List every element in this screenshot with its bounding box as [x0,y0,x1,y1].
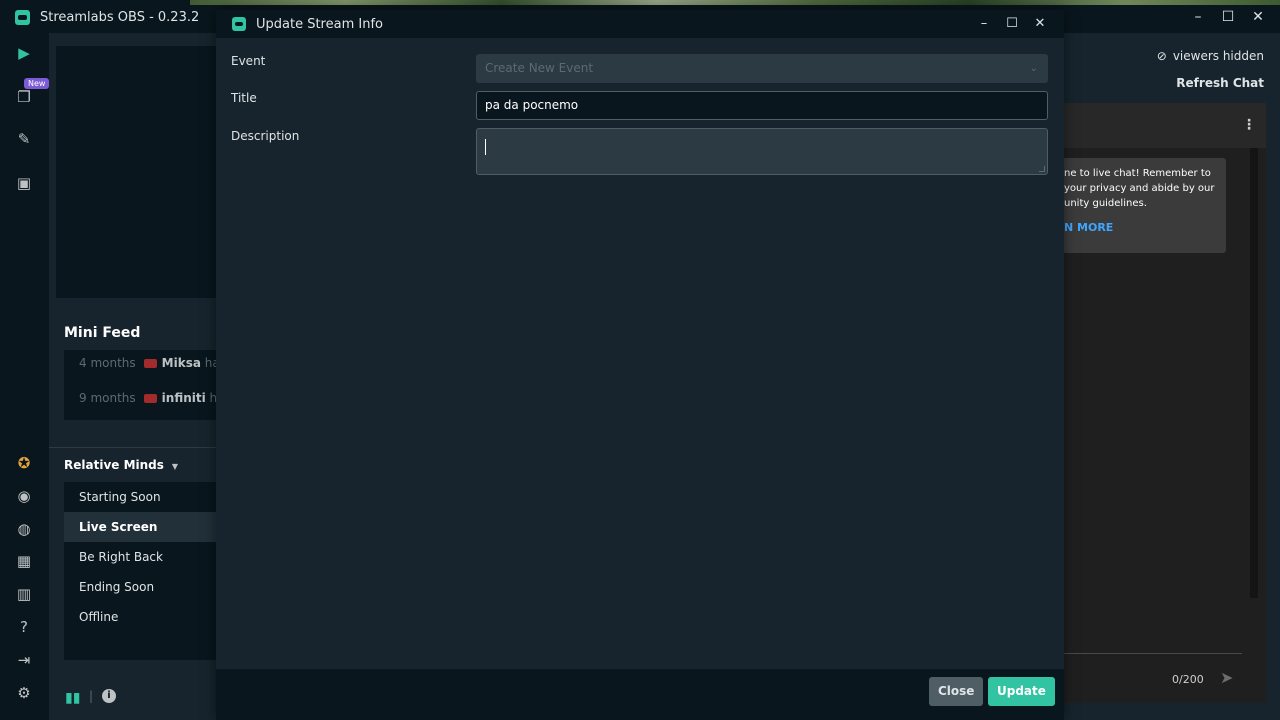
scene-item-active[interactable]: Live Screen [64,512,216,542]
scene-collection-selector[interactable]: Relative Minds ▼ [64,458,178,472]
welcome-message: ne to live chat! Remember to your privac… [1054,158,1226,253]
dialog-window-controls: – ☐ ✕ [974,14,1050,34]
mini-feed-list: 4 monthsMiksa ha 9 monthsinfiniti h [64,350,216,420]
title-label: Title [231,91,257,105]
update-stream-info-dialog: Update Stream Info – ☐ ✕ Event Create Ne… [216,10,1064,720]
feed-text: ha [204,356,216,370]
settings-icon[interactable]: ⚙ [14,683,34,703]
feed-item[interactable]: 4 months Miksa ha [79,356,216,376]
minimize-icon[interactable]: – [1188,7,1208,27]
event-select[interactable]: Create New Event ⌄ [476,54,1048,83]
apps-icon[interactable]: ▦ [14,551,34,571]
scene-item[interactable]: Ending Soon [64,572,216,602]
studio-mode-icon[interactable]: ▶ [14,43,34,63]
chevron-down-icon: ▼ [171,462,179,471]
update-button[interactable]: Update [988,677,1055,706]
resize-handle-icon[interactable] [1039,166,1045,172]
welcome-text: ne to live chat! Remember to your privac… [1064,168,1215,209]
close-icon[interactable]: ✕ [1248,7,1268,27]
feed-user: infiniti [161,391,206,405]
mini-feed-title: Mini Feed [64,325,141,341]
send-icon[interactable]: ➤ [1220,668,1233,687]
feed-item[interactable]: 9 months infiniti h [79,391,216,411]
chat-frame: ⋮ ne to live chat! Remember to your priv… [1054,103,1266,703]
chat-header: ⋮ [1064,103,1266,148]
dialog-title: Update Stream Info [256,17,383,32]
chat-scrollbar[interactable] [1250,148,1258,598]
scene-item[interactable]: Offline [64,602,216,632]
logout-icon[interactable]: ⇥ [14,650,34,670]
event-select-value: Create New Event [485,61,594,75]
char-count: 0/200 [1172,673,1204,686]
streamlabs-logo-icon [15,10,30,25]
minimize-icon[interactable]: – [974,14,994,34]
scene-item[interactable]: Starting Soon [64,482,216,512]
chat-icon[interactable]: ◍ [14,519,34,539]
help-icon[interactable]: ? [14,617,34,637]
maximize-icon[interactable]: ☐ [1002,14,1022,34]
youtube-icon [143,359,157,368]
chat-panel: ⊘ viewers hidden Refresh Chat ⋮ ne to liv… [1054,33,1280,720]
description-label: Description [231,129,300,143]
maximize-icon[interactable]: ☐ [1218,7,1238,27]
app-title: Streamlabs OBS - 0.23.2 [40,10,200,25]
dialog-titlebar: Update Stream Info – ☐ ✕ [216,10,1064,38]
scene-item[interactable]: Be Right Back [64,542,216,572]
highlighter-icon[interactable]: ✪ [14,453,34,473]
info-icon[interactable]: i [102,689,116,703]
stream-preview [56,46,216,298]
layout-editor-icon[interactable]: ❐ [14,87,34,107]
close-button[interactable]: Close [929,677,984,706]
chevron-down-icon: ⌄ [1029,63,1038,74]
more-options-icon[interactable]: ⋮ [1242,117,1256,133]
youtube-icon [143,394,157,403]
dialog-footer: Close Update [216,669,1064,720]
divider [49,447,216,448]
scene-collection-name: Relative Minds [64,458,164,472]
title-input[interactable]: pa da pocnemo [476,91,1048,120]
refresh-chat-button[interactable]: Refresh Chat [1176,76,1264,90]
performance-stats-icon[interactable]: ▮▮ [65,690,80,706]
themes-icon[interactable]: ✎ [14,129,34,149]
left-panel: Mini Feed 4 months Miksa ha 9 months infin… [49,33,216,720]
feed-time: 4 months [79,356,136,370]
background-image-strip [190,0,1280,5]
viewers-toggle[interactable]: ⊘ viewers hidden [1157,49,1264,63]
left-nav: ▶ ❐ New ✎ ▣ ✪ ◉ ◍ ▦ ▥ ? ⇥ ⚙ [0,33,50,720]
feed-user: Miksa [161,356,201,370]
close-icon[interactable]: ✕ [1030,14,1050,34]
store-icon[interactable]: ▣ [14,173,34,193]
eye-slash-icon: ⊘ [1156,49,1167,63]
new-badge: New [24,78,50,89]
feed-time: 9 months [79,391,136,405]
window-controls: – ☐ ✕ [1188,7,1268,27]
library-icon[interactable]: ▥ [14,584,34,604]
scenes-list: Starting Soon Live Screen Be Right Back … [64,482,216,660]
separator: | [89,689,94,703]
viewers-hidden-label: viewers hidden [1172,49,1264,63]
learn-more-link[interactable]: N MORE [1064,221,1113,234]
streamlabs-logo-icon [232,17,246,31]
text-cursor [485,139,486,155]
chat-input[interactable] [1064,653,1242,654]
description-textarea[interactable] [476,128,1048,175]
dashboard-icon[interactable]: ◉ [14,486,34,506]
event-label: Event [231,54,266,68]
